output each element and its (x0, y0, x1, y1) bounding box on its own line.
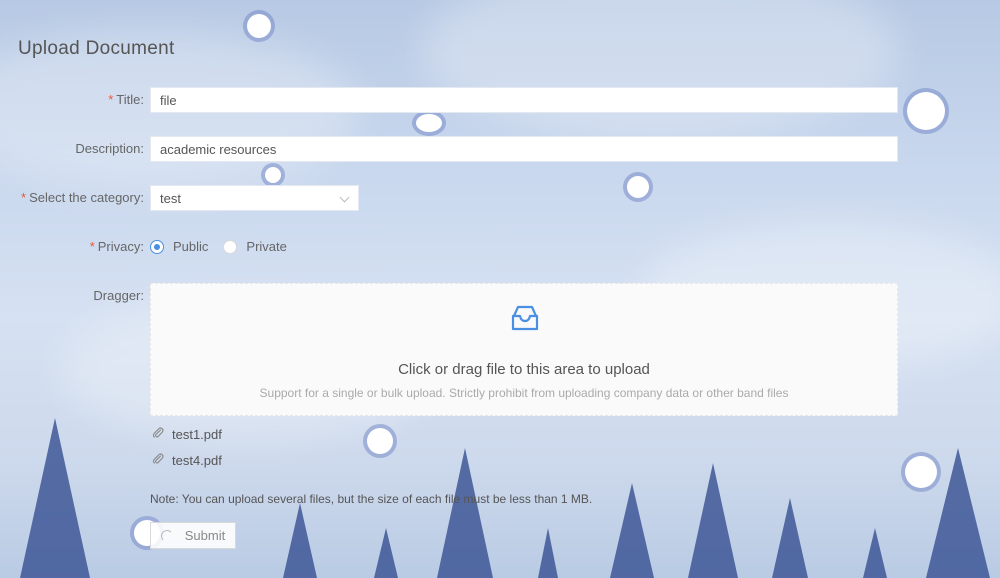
privacy-radio-group: Public Private (150, 239, 302, 254)
required-mark: * (108, 92, 114, 107)
upload-note: Note: You can upload several files, but … (150, 492, 593, 506)
privacy-label: * Privacy: (89, 239, 144, 254)
dragger-hint: Support for a single or bulk upload. Str… (259, 386, 789, 400)
category-label: * Select the category: (21, 190, 144, 205)
required-mark: * (89, 239, 95, 254)
dragger-text: Click or drag file to this area to uploa… (398, 361, 650, 378)
category-select-value: test (160, 190, 181, 206)
upload-form-page: Upload Document * Title: file Description… (0, 0, 1000, 578)
paperclip-icon (152, 452, 164, 468)
submit-button[interactable]: Submit (150, 522, 236, 549)
description-input-value: academic resources (160, 141, 277, 157)
file-name: test4.pdf (172, 452, 222, 468)
title-input-value: file (160, 92, 177, 108)
description-input[interactable]: academic resources (150, 136, 898, 162)
paperclip-icon (152, 426, 164, 442)
dragger-label: Dragger: (93, 288, 144, 303)
inbox-icon (508, 301, 542, 340)
privacy-private-radio[interactable] (223, 239, 238, 254)
privacy-private-label[interactable]: Private (246, 239, 286, 254)
category-select[interactable]: test (150, 185, 359, 211)
chevron-down-icon (339, 192, 350, 203)
privacy-public-label[interactable]: Public (173, 239, 208, 254)
submit-button-label: Submit (184, 528, 226, 543)
title-input[interactable]: file (150, 87, 898, 113)
title-label: * Title: (108, 92, 144, 107)
upload-dragger[interactable]: Click or drag file to this area to uploa… (150, 283, 898, 416)
privacy-public-radio[interactable] (150, 239, 164, 254)
file-list-item[interactable]: test1.pdf (152, 426, 222, 442)
description-label: Description: (75, 141, 144, 156)
file-name: test1.pdf (172, 426, 222, 442)
file-list-item[interactable]: test4.pdf (152, 452, 222, 468)
page-title: Upload Document (18, 38, 175, 59)
loading-spinner-icon (160, 529, 173, 542)
required-mark: * (21, 190, 27, 205)
